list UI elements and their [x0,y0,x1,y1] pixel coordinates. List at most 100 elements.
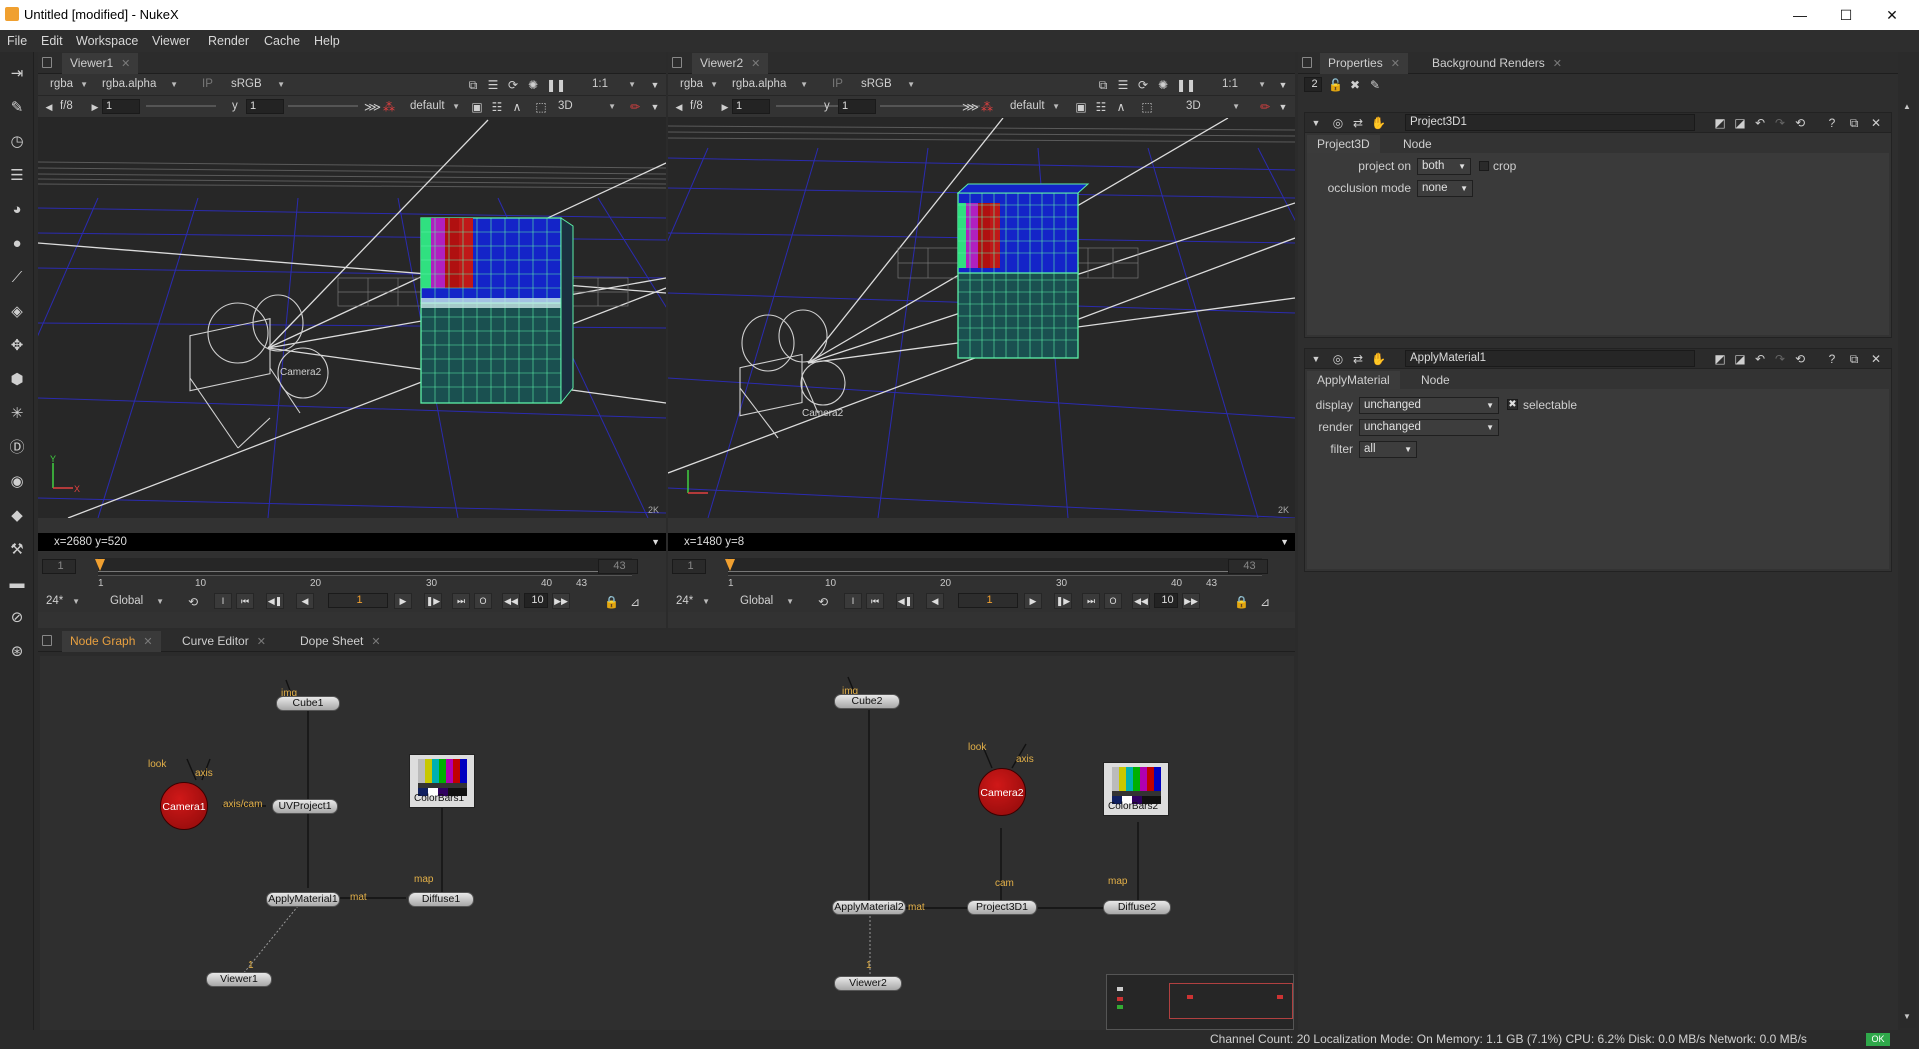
grid-overlay-icon[interactable]: ☷ [490,100,504,114]
center-node-icon[interactable]: ◎ [1331,352,1345,366]
color-icon[interactable]: ✋ [1371,352,1386,366]
tab-node[interactable]: Node [1411,371,1460,389]
tab-node-graph[interactable]: Node Graph ✕ [62,631,161,652]
fps-dropdown[interactable]: 24* ▼ [42,593,82,610]
gamma-slider[interactable] [288,105,358,107]
timeline-start[interactable]: 1 [672,559,706,574]
fstop-up-icon[interactable]: ▶ [718,100,732,114]
camera-lock-icon[interactable]: ▣ [1074,100,1088,114]
skip-forward-button[interactable]: ▶▶ [1182,593,1200,609]
scroll-down-icon[interactable]: ▼ [1903,1012,1911,1021]
node-viewer2[interactable]: Viewer2 [834,976,902,991]
edit-properties-icon[interactable]: ✎ [1368,78,1382,92]
collapse-icon[interactable]: ▼ [1309,352,1323,366]
node-viewer1[interactable]: Viewer1 [206,972,272,987]
filter-dropdown[interactable]: all ▼ [1359,441,1417,458]
draw-tools-icon[interactable]: ✎ [5,96,29,120]
proxy-icon[interactable]: ⁂ [382,100,396,114]
roi-icon[interactable]: ⬚ [534,100,548,114]
image-tools-icon[interactable]: ⇥ [5,62,29,86]
view-mode-dropdown[interactable]: 3D ▼ [554,98,618,115]
toolbar-overflow-icon[interactable]: ▼ [648,78,662,92]
project-on-dropdown[interactable]: both ▼ [1417,158,1471,175]
gain-slider[interactable] [146,105,216,107]
menu-file[interactable]: File [7,34,27,48]
close-tab-icon[interactable]: ✕ [1553,58,1562,70]
selectable-checkbox[interactable]: ✖ [1507,399,1518,410]
crop-checkbox[interactable] [1479,161,1489,171]
toolsets-icon[interactable]: ▬ [5,572,29,596]
grade-dropdown[interactable]: default ▼ [1006,98,1062,115]
scroll-up-icon[interactable]: ▲ [1903,102,1911,111]
menu-render[interactable]: Render [208,34,249,48]
camera-lock-icon[interactable]: ▣ [470,100,484,114]
max-panels-input[interactable]: 2 [1304,77,1322,92]
float-icon[interactable]: ⧉ [1847,116,1861,130]
fstop-down-icon[interactable]: ◀ [672,100,686,114]
settings-icon[interactable]: ✺ [526,78,540,92]
panel-grip-icon[interactable] [672,57,682,68]
properties-scrollbar[interactable]: ▲ ▼ [1900,100,1916,1028]
display-dropdown[interactable]: unchanged ▼ [1359,397,1499,414]
viewer2-viewport[interactable]: Camera2 2K [668,118,1295,518]
fit-icon[interactable]: ⧉ [1096,78,1110,92]
roi-icon[interactable]: ⬚ [1140,100,1154,114]
skip-forward-button[interactable]: ▶▶ [552,593,570,609]
close-tab-icon[interactable]: ✕ [751,58,760,70]
fstop-down-icon[interactable]: ◀ [42,100,56,114]
close-tab-icon[interactable]: ✕ [257,636,266,648]
set-out-button[interactable]: O [474,593,492,609]
clear-properties-icon[interactable]: ✖ [1348,78,1362,92]
last-frame-button[interactable]: ⏭ [452,593,470,609]
node-graph-navigator[interactable] [1106,974,1294,1030]
keyer-tools-icon[interactable]: ⟋ [5,266,29,290]
other-tools-icon[interactable]: ⚒ [5,538,29,562]
timeline-end[interactable]: 43 [1228,559,1268,574]
collapse-icon[interactable]: ▼ [1309,116,1323,130]
color-tools-icon[interactable]: ◕ [5,198,29,222]
skip-back-button[interactable]: ◀◀ [1132,593,1150,609]
panel-grip-icon[interactable] [42,635,52,646]
3d-tools-icon[interactable]: ⬢ [5,368,29,392]
curve-icon[interactable]: ∧ [510,100,524,114]
particles-tools-icon[interactable]: ✳ [5,402,29,426]
node-colorbars2[interactable]: ColorBars2 [1103,762,1169,816]
viewer1-timeline[interactable]: 1 1 10 20 30 40 43 43 [38,552,666,590]
viewer2-timeline[interactable]: 1 1 10 20 30 40 43 43 [668,552,1295,590]
close-tab-icon[interactable]: ✕ [143,636,152,648]
font-color-icon[interactable]: ◪ [1733,116,1747,130]
metadata-tools-icon[interactable]: ◆ [5,504,29,528]
revert-icon[interactable]: ⟲ [1793,116,1807,130]
zoom-dropdown[interactable]: 1:1 ▼ [588,76,638,93]
color-icon[interactable]: ✋ [1371,116,1386,130]
node-uvproject1[interactable]: UVProject1 [272,799,338,814]
ocula-tools-icon[interactable]: ⊛ [5,640,29,664]
grid-overlay-icon[interactable]: ☷ [1094,100,1108,114]
fps-dropdown[interactable]: 24* ▼ [672,593,712,610]
first-frame-button[interactable]: ⏮ [236,593,254,609]
range-dropdown[interactable]: Global ▼ [736,593,796,610]
revert-icon[interactable]: ⟲ [1793,352,1807,366]
node-name-field[interactable]: Project3D1 [1405,114,1695,131]
node-applymaterial1[interactable]: ApplyMaterial1 [266,892,340,907]
refresh-icon[interactable]: ⟳ [506,78,520,92]
undo-icon[interactable]: ↶ [1753,352,1767,366]
set-in-button[interactable]: I [214,593,232,609]
toolbar2-overflow-icon[interactable]: ▼ [648,100,662,114]
lut-dropdown[interactable]: sRGB ▼ [857,76,917,93]
lut-dropdown[interactable]: sRGB ▼ [227,76,287,93]
font-color-icon[interactable]: ◪ [1733,352,1747,366]
node-colorbars1[interactable]: ColorBars1 [409,754,475,808]
next-keyframe-button[interactable]: ❚▶ [424,593,442,609]
tab-properties[interactable]: Properties ✕ [1320,53,1408,74]
deep-tools-icon[interactable]: Ⓓ [5,436,29,460]
increment-input[interactable]: 10 [524,593,548,608]
pause-icon[interactable]: ❚❚ [1176,78,1196,92]
lock-properties-icon[interactable]: 🔓 [1328,78,1343,92]
alpha-channel-dropdown[interactable]: rgba.alpha ▼ [728,76,810,93]
prev-keyframe-button[interactable]: ◀❚ [896,593,914,609]
audio-icon[interactable]: ⊿ [628,595,642,609]
redo-icon[interactable]: ↷ [1773,352,1787,366]
close-properties-icon[interactable]: ✕ [1869,352,1883,366]
center-node-icon[interactable]: ◎ [1331,116,1345,130]
